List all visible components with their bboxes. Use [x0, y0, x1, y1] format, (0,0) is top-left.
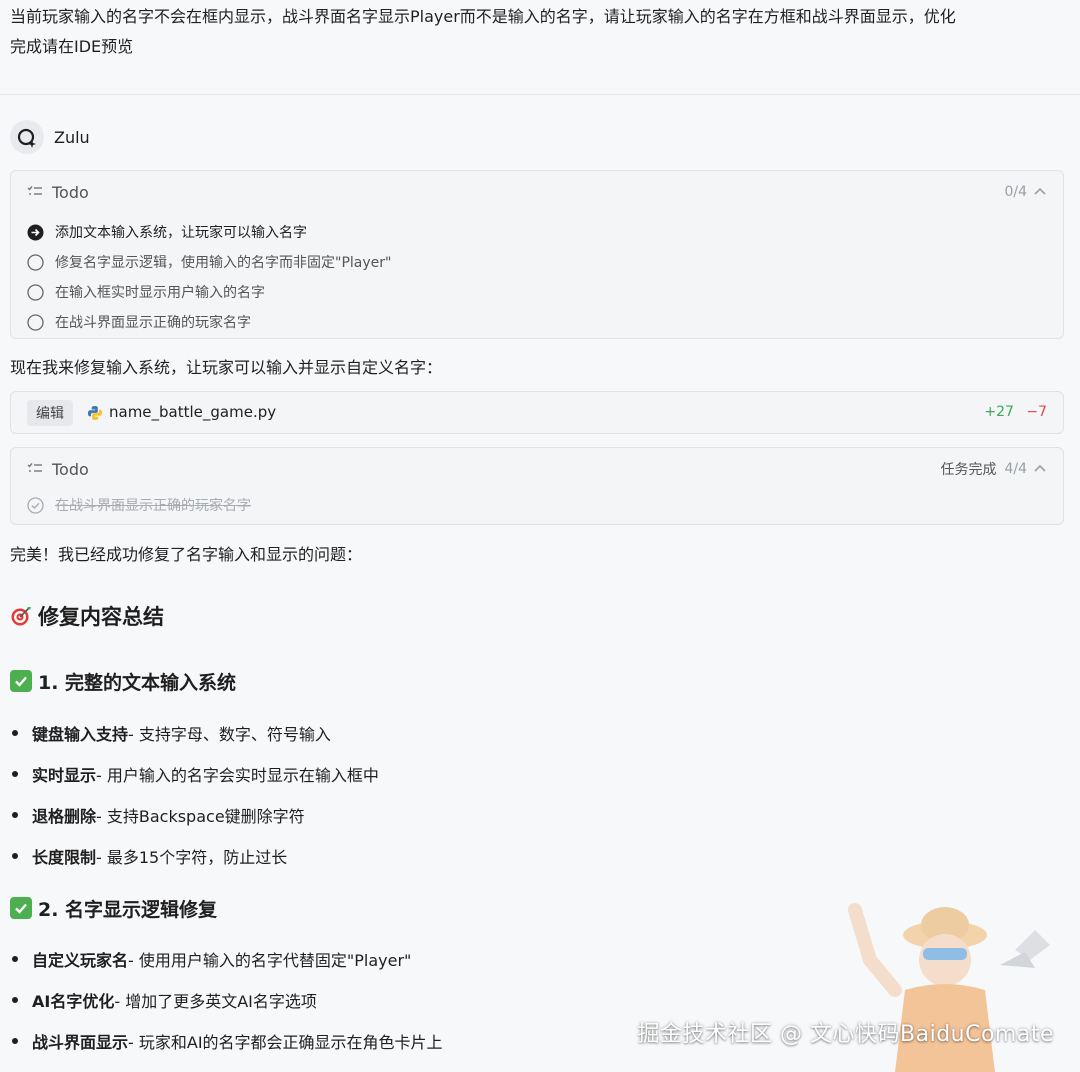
zulu-logo-icon [10, 120, 44, 154]
user-prompt-line-1: 当前玩家输入的名字不会在框内显示，战斗界面名字显示Player而不是输入的名字，… [10, 7, 956, 26]
todo-card-header[interactable]: Todo 任务完成 4/4 [27, 458, 1047, 480]
todo-progress: 0/4 [1004, 184, 1027, 200]
bullet-key: 退格删除 [32, 806, 97, 826]
list-check-icon [27, 186, 42, 195]
file-edit-card[interactable]: 编辑 name_battle_game.py +27 −7 [10, 391, 1064, 434]
check-circle-icon [27, 496, 44, 514]
bullet-key: 自定义玩家名 [32, 950, 129, 970]
list-check-icon [27, 463, 42, 472]
todo-list: 在战斗界面显示正确的玩家名字 [27, 490, 251, 520]
assistant-message: 完美！我已经成功修复了名字输入和显示的问题： [10, 545, 363, 564]
todo-item-label: 在战斗界面显示正确的玩家名字 [55, 498, 251, 514]
todo-status: 任务完成 [940, 462, 997, 478]
todo-item: 添加文本输入系统，让玩家可以输入名字 [27, 217, 391, 247]
bullet-text: - 使用用户输入的名字代替固定"Player" [128, 950, 412, 970]
todo-item-label: 在战斗界面显示正确的玩家名字 [55, 315, 251, 331]
bullet-text: - 最多15个字符，防止过长 [96, 847, 288, 867]
bullet-key: AI名字优化 [32, 991, 115, 1011]
todo-item: 在战斗界面显示正确的玩家名字 [27, 307, 391, 337]
bullet-list: 自定义玩家名 - 使用用户输入的名字代替固定"Player" AI名字优化 - … [12, 938, 443, 1061]
todo-card-header[interactable]: Todo 0/4 [27, 181, 1047, 203]
list-item: 自定义玩家名 - 使用用户输入的名字代替固定"Player" [12, 938, 443, 979]
bullet-text: - 用户输入的名字会实时显示在输入框中 [96, 765, 379, 785]
circle-icon [27, 283, 44, 301]
todo-progress: 4/4 [1004, 461, 1027, 477]
list-item: AI名字优化 - 增加了更多英文AI名字选项 [12, 979, 443, 1020]
section-heading: 2. 名字显示逻辑修复 [10, 894, 217, 922]
todo-title: Todo [52, 459, 89, 479]
todo-item: 修复名字显示逻辑，使用输入的名字而非固定"Player" [27, 247, 391, 277]
section-heading: 1. 完整的文本输入系统 [10, 667, 236, 695]
list-item: 实时显示 - 用户输入的名字会实时显示在输入框中 [12, 753, 379, 794]
bullet-key: 实时显示 [32, 765, 97, 785]
bullet-text: - 支持Backspace键删除字符 [96, 806, 305, 826]
chevron-up-icon[interactable] [1033, 462, 1047, 476]
edit-badge: 编辑 [27, 400, 73, 426]
todo-list: 添加文本输入系统，让玩家可以输入名字 修复名字显示逻辑，使用输入的名字而非固定"… [27, 217, 391, 337]
list-item: 退格删除 - 支持Backspace键删除字符 [12, 794, 379, 835]
todo-item-label: 在输入框实时显示用户输入的名字 [55, 285, 265, 301]
todo-item-label: 添加文本输入系统，让玩家可以输入名字 [55, 225, 307, 241]
todo-item: 在战斗界面显示正确的玩家名字 [27, 490, 251, 520]
todo-item-label: 修复名字显示逻辑，使用输入的名字而非固定"Player" [55, 255, 392, 271]
todo-title: Todo [52, 182, 89, 202]
agent-name: Zulu [54, 127, 90, 147]
summary-title: 修复内容总结 [38, 605, 164, 629]
file-name-link[interactable]: name_battle_game.py [109, 403, 276, 421]
bullet-text: - 玩家和AI的名字都会正确显示在角色卡片上 [128, 1032, 443, 1052]
assistant-message: 现在我来修复输入系统，让玩家可以输入并显示自定义名字： [10, 358, 443, 377]
list-item: 键盘输入支持 - 支持字母、数字、符号输入 [12, 712, 379, 753]
section-title: 1. 完整的文本输入系统 [38, 671, 237, 694]
user-prompt: 当前玩家输入的名字不会在框内显示，战斗界面名字显示Player而不是输入的名字，… [10, 2, 1070, 62]
bullet-key: 键盘输入支持 [32, 724, 129, 744]
list-item: 战斗界面显示 - 玩家和AI的名字都会正确显示在角色卡片上 [12, 1020, 443, 1061]
diff-stats: +27 −7 [984, 404, 1047, 420]
user-prompt-line-2: 完成请在IDE预览 [10, 37, 134, 56]
diff-additions: +27 [984, 404, 1014, 420]
circle-icon [27, 253, 44, 271]
watermark: 掘金技术社区 @ 文心快码BaiduComate [637, 1022, 1054, 1047]
bullet-text: - 增加了更多英文AI名字选项 [114, 991, 317, 1011]
todo-card-completed: Todo 任务完成 4/4 在战斗界面显示正确的玩家名字 [10, 447, 1064, 525]
agent-header: Zulu [10, 120, 90, 154]
list-item: 长度限制 - 最多15个字符，防止过长 [12, 835, 379, 876]
bullet-key: 战斗界面显示 [32, 1032, 129, 1052]
todo-item: 在输入框实时显示用户输入的名字 [27, 277, 391, 307]
python-icon [88, 406, 102, 420]
bullet-text: - 支持字母、数字、符号输入 [128, 724, 331, 744]
section-title: 2. 名字显示逻辑修复 [38, 898, 218, 921]
arrow-circle-icon [27, 224, 44, 240]
todo-card: Todo 0/4 添加文本输入系统，让玩家可以输入名字 修复名字显示逻辑，使用输… [10, 170, 1064, 339]
target-icon [11, 607, 31, 626]
chat-page: 当前玩家输入的名字不会在框内显示，战斗界面名字显示Player而不是输入的名字，… [0, 0, 1080, 1072]
summary-heading: 修复内容总结 [10, 600, 164, 632]
check-mark-icon [10, 670, 32, 692]
chevron-up-icon[interactable] [1033, 185, 1047, 199]
diff-deletions: −7 [1026, 404, 1047, 420]
circle-icon [27, 313, 44, 331]
check-mark-icon [10, 897, 32, 919]
bullet-list: 键盘输入支持 - 支持字母、数字、符号输入 实时显示 - 用户输入的名字会实时显… [12, 712, 379, 876]
divider [0, 94, 1080, 95]
bullet-key: 长度限制 [32, 847, 97, 867]
